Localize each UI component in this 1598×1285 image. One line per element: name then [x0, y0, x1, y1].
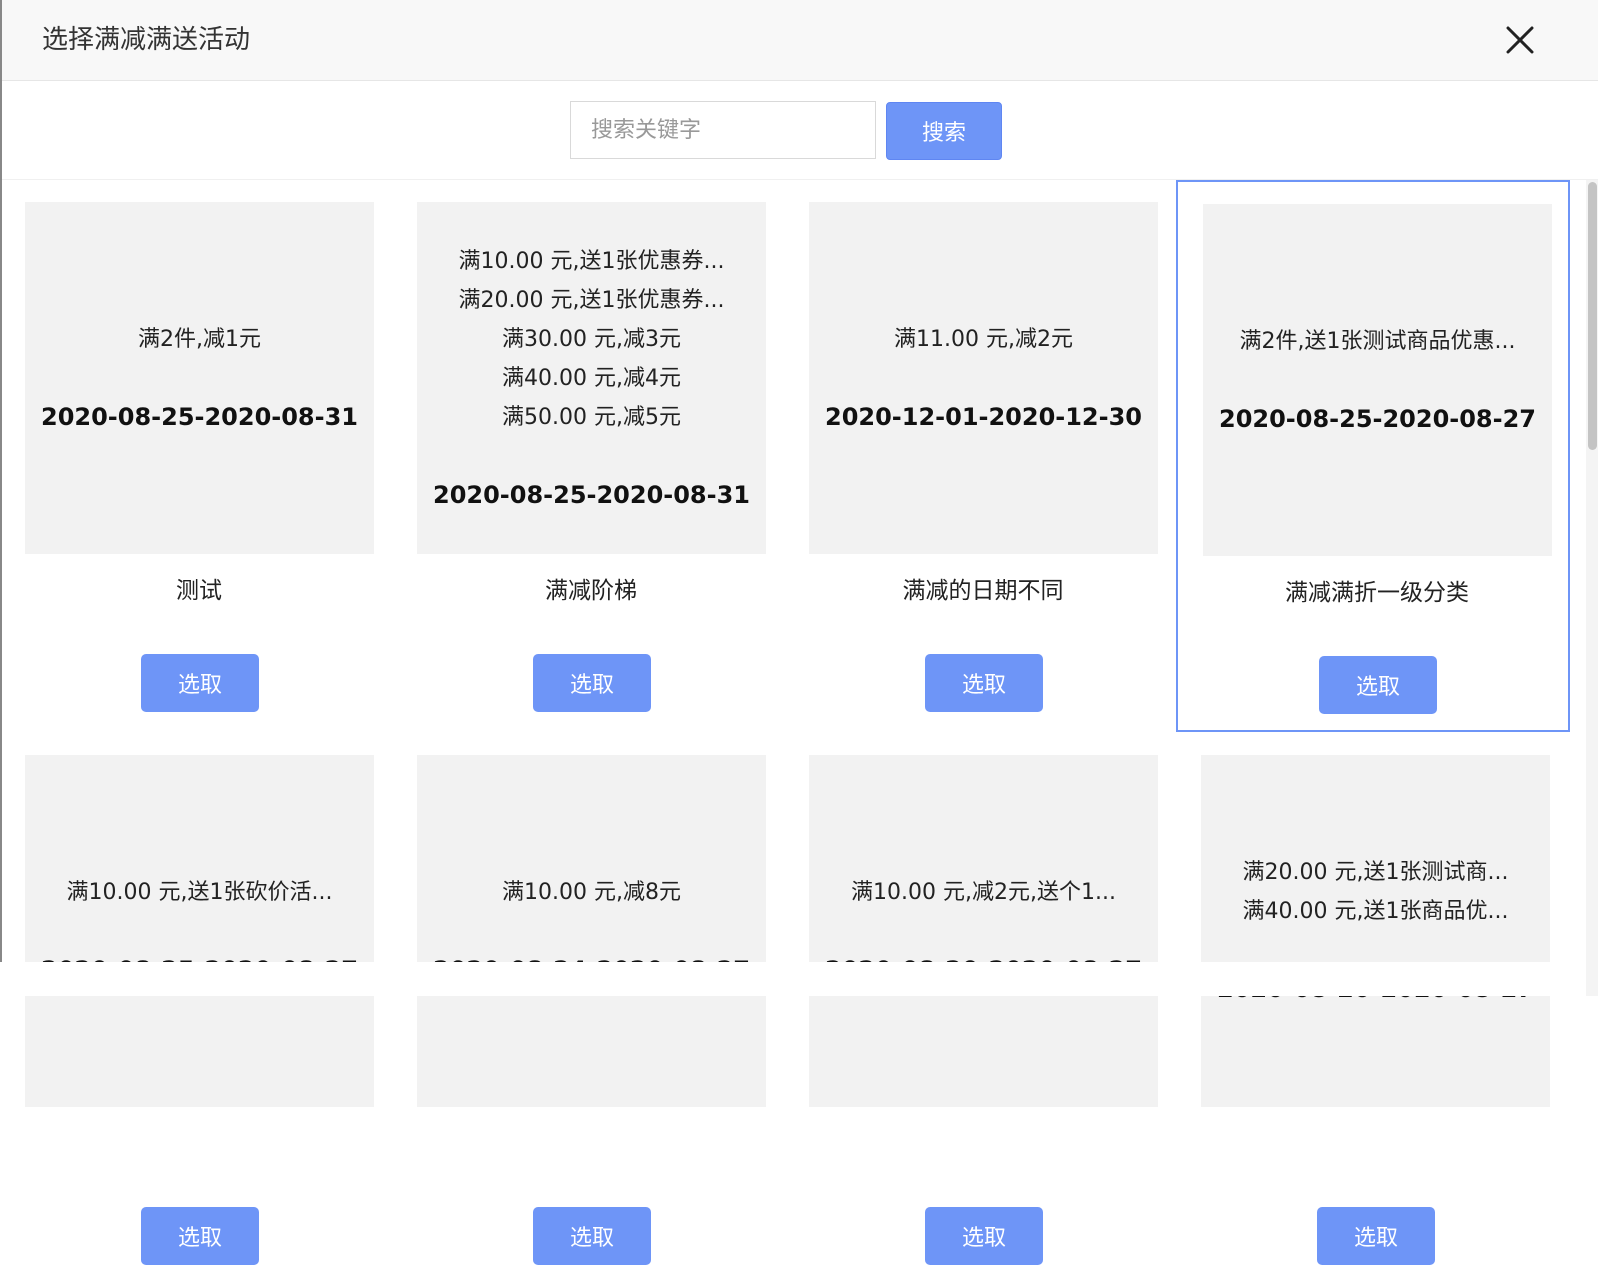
activity-preview: 满2件,减1元 2020-08-25-2020-08-31: [25, 202, 374, 554]
activity-rule: 满2件,减1元: [138, 326, 261, 352]
activity-date-range: 2020-08-25-2020-08-31: [41, 402, 358, 431]
activity-preview: 满10.00 元,减2元,送个1...2020-08-20-2020-08-27: [809, 755, 1158, 1107]
select-button[interactable]: 选取: [533, 654, 651, 712]
activity-rule: 满10.00 元,减8元: [502, 879, 681, 905]
activity-date-range: 2020-08-25-2020-08-27: [1219, 404, 1536, 433]
select-button[interactable]: 选取: [1319, 656, 1437, 714]
activity-preview: 满10.00 元,减8元2020-08-24-2020-08-27: [417, 755, 766, 1107]
select-button[interactable]: 选取: [533, 1207, 651, 1265]
activity-card[interactable]: 满11.00 元,减2元 2020-12-01-2020-12-30 满减的日期不同…: [784, 180, 1176, 732]
activity-rule: 满40.00 元,减4元: [502, 365, 681, 391]
activity-name: 满减阶梯: [545, 578, 637, 604]
activity-date-range: 2020-12-01-2020-12-30: [825, 402, 1142, 431]
scrollbar-thumb[interactable]: [1588, 182, 1597, 450]
activity-card[interactable]: 满10.00 元,减2元,送个1...2020-08-20-2020-08-27…: [784, 733, 1176, 1285]
activity-name: 满减满折一级分类: [1285, 580, 1469, 606]
activity-rule: 满10.00 元,送1张砍价活...: [66, 879, 333, 905]
dialog-bottom-edge: [0, 962, 1598, 996]
activity-rule: 满50.00 元,减5元: [502, 404, 681, 430]
activity-preview: 满2件,送1张测试商品优惠... 2020-08-25-2020-08-27: [1203, 204, 1552, 556]
activity-rule: 满10.00 元,送1张优惠券...: [458, 248, 725, 274]
activity-rule: 满11.00 元,减2元: [894, 326, 1073, 352]
activity-rule: 满30.00 元,减3元: [502, 326, 681, 352]
activity-date-range: 2020-08-25-2020-08-31: [433, 480, 750, 509]
activity-card[interactable]: 满2件,减1元 2020-08-25-2020-08-31 测试选取: [0, 180, 392, 732]
select-button[interactable]: 选取: [141, 1207, 259, 1265]
activity-card[interactable]: 满10.00 元,送1张优惠券... 满20.00 元,送1张优惠券... 满30.…: [392, 180, 784, 732]
activity-grid: 满2件,减1元 2020-08-25-2020-08-31 测试 选取 满10.00 元…: [0, 0, 1598, 1265]
activity-preview: 满10.00 元,送1张砍价活...2020-08-25-2020-08-27: [25, 755, 374, 1107]
activity-name: 满减的日期不同: [902, 578, 1064, 604]
activity-preview: 满20.00 元,送1张测试商...满40.00 元,送1张商品优...2020…: [1201, 755, 1550, 1107]
activity-card[interactable]: 满10.00 元,减8元2020-08-24-2020-08-27 选取: [392, 733, 784, 1285]
activity-card[interactable]: 满2件,送1张测试商品优惠... 2020-08-25-2020-08-27 满减满…: [1176, 180, 1570, 732]
activity-preview: 满11.00 元,减2元 2020-12-01-2020-12-30: [809, 202, 1158, 554]
select-button[interactable]: 选取: [1317, 1207, 1435, 1265]
activity-card[interactable]: 满10.00 元,送1张砍价活...2020-08-25-2020-08-27 选…: [0, 733, 392, 1285]
activity-rule: 满10.00 元,减2元,送个1...: [851, 879, 1116, 905]
activity-rule: 满2件,送1张测试商品优惠...: [1239, 328, 1516, 354]
activity-card[interactable]: 满20.00 元,送1张测试商...满40.00 元,送1张商品优...2020…: [1176, 733, 1568, 1285]
activity-rule: 满20.00 元,送1张优惠券...: [458, 287, 725, 313]
select-button[interactable]: 选取: [925, 654, 1043, 712]
select-button[interactable]: 选取: [925, 1207, 1043, 1265]
select-button[interactable]: 选取: [141, 654, 259, 712]
activity-rule: 满40.00 元,送1张商品优...: [1242, 899, 1509, 924]
activity-rule: 满20.00 元,送1张测试商...: [1242, 860, 1509, 885]
activity-preview: 满10.00 元,送1张优惠券... 满20.00 元,送1张优惠券... 满30.…: [417, 202, 766, 554]
activity-name: 测试: [176, 578, 222, 604]
